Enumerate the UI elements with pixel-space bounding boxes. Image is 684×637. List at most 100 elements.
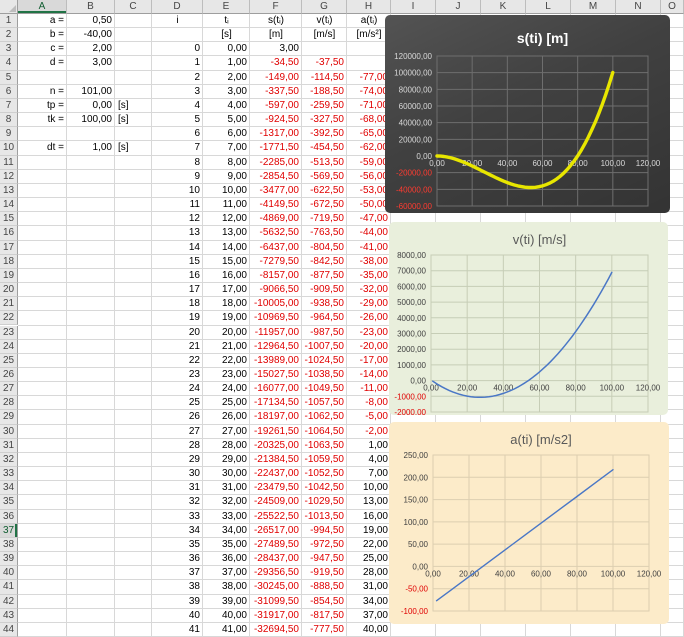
cell-G44[interactable]: -777,50 bbox=[302, 623, 347, 637]
cell-D5[interactable]: 2 bbox=[152, 71, 203, 85]
cell-E16[interactable]: 13,00 bbox=[203, 226, 250, 240]
cell-E13[interactable]: 10,00 bbox=[203, 184, 250, 198]
row-header-18[interactable]: 18 bbox=[0, 254, 18, 269]
cell-G10[interactable]: -454,50 bbox=[302, 141, 347, 155]
row-header-30[interactable]: 30 bbox=[0, 424, 18, 439]
cell-G36[interactable]: -1013,50 bbox=[302, 510, 347, 524]
cell-D28[interactable]: 25 bbox=[152, 396, 203, 410]
cell-D32[interactable]: 29 bbox=[152, 453, 203, 467]
cell-F43[interactable]: -31917,00 bbox=[250, 609, 302, 623]
cell-F18[interactable]: -7279,50 bbox=[250, 255, 302, 269]
cell-F28[interactable]: -17134,50 bbox=[250, 396, 302, 410]
cell-E23[interactable]: 20,00 bbox=[203, 326, 250, 340]
cell-D3[interactable]: 0 bbox=[152, 42, 203, 56]
row-header-12[interactable]: 12 bbox=[0, 169, 18, 184]
cell-G4[interactable]: -37,50 bbox=[302, 56, 347, 70]
cell-E18[interactable]: 15,00 bbox=[203, 255, 250, 269]
row-header-28[interactable]: 28 bbox=[0, 396, 18, 411]
cell-G8[interactable]: -327,50 bbox=[302, 113, 347, 127]
cell-E30[interactable]: 27,00 bbox=[203, 425, 250, 439]
cell-D31[interactable]: 28 bbox=[152, 439, 203, 453]
row-header-29[interactable]: 29 bbox=[0, 410, 18, 425]
cell-D27[interactable]: 24 bbox=[152, 382, 203, 396]
cell-D36[interactable]: 33 bbox=[152, 510, 203, 524]
cell-F14[interactable]: -4149,50 bbox=[250, 198, 302, 212]
col-header-C[interactable]: C bbox=[115, 0, 152, 14]
cell-G30[interactable]: -1064,50 bbox=[302, 425, 347, 439]
row-header-8[interactable]: 8 bbox=[0, 113, 18, 128]
cell-F1[interactable]: s(tᵢ) bbox=[250, 14, 302, 28]
row-header-5[interactable]: 5 bbox=[0, 70, 18, 85]
cell-H40[interactable]: 28,00 bbox=[347, 566, 391, 580]
cell-D11[interactable]: 8 bbox=[152, 156, 203, 170]
cell-G27[interactable]: -1049,50 bbox=[302, 382, 347, 396]
cell-H36[interactable]: 16,00 bbox=[347, 510, 391, 524]
cell-E43[interactable]: 40,00 bbox=[203, 609, 250, 623]
cell-D37[interactable]: 34 bbox=[152, 524, 203, 538]
cell-D44[interactable]: 41 bbox=[152, 623, 203, 637]
cell-H21[interactable]: -29,00 bbox=[347, 297, 391, 311]
col-header-J[interactable]: J bbox=[436, 0, 481, 14]
cell-F27[interactable]: -16077,00 bbox=[250, 382, 302, 396]
cell-D12[interactable]: 9 bbox=[152, 170, 203, 184]
row-header-44[interactable]: 44 bbox=[0, 622, 18, 637]
cell-A4[interactable]: d = bbox=[18, 56, 67, 70]
row-header-43[interactable]: 43 bbox=[0, 608, 18, 623]
row-header-11[interactable]: 11 bbox=[0, 155, 18, 170]
cell-G29[interactable]: -1062,50 bbox=[302, 410, 347, 424]
cell-B6[interactable]: 101,00 bbox=[67, 85, 115, 99]
cell-G32[interactable]: -1059,50 bbox=[302, 453, 347, 467]
col-header-A[interactable]: A bbox=[18, 0, 67, 14]
cell-D35[interactable]: 32 bbox=[152, 495, 203, 509]
cell-E14[interactable]: 11,00 bbox=[203, 198, 250, 212]
cell-F25[interactable]: -13989,00 bbox=[250, 354, 302, 368]
cell-H43[interactable]: 37,00 bbox=[347, 609, 391, 623]
row-header-23[interactable]: 23 bbox=[0, 325, 18, 340]
cell-H16[interactable]: -44,00 bbox=[347, 226, 391, 240]
cell-E25[interactable]: 22,00 bbox=[203, 354, 250, 368]
cell-G12[interactable]: -569,50 bbox=[302, 170, 347, 184]
cell-H24[interactable]: -20,00 bbox=[347, 340, 391, 354]
cell-G25[interactable]: -1024,50 bbox=[302, 354, 347, 368]
cell-E42[interactable]: 39,00 bbox=[203, 595, 250, 609]
cell-D41[interactable]: 38 bbox=[152, 580, 203, 594]
cell-B8[interactable]: 100,00 bbox=[67, 113, 115, 127]
cell-H31[interactable]: 1,00 bbox=[347, 439, 391, 453]
cell-F21[interactable]: -10005,00 bbox=[250, 297, 302, 311]
cell-G9[interactable]: -392,50 bbox=[302, 127, 347, 141]
cell-G21[interactable]: -938,50 bbox=[302, 297, 347, 311]
col-header-N[interactable]: N bbox=[616, 0, 661, 14]
cell-F3[interactable]: 3,00 bbox=[250, 42, 302, 56]
cell-D19[interactable]: 16 bbox=[152, 269, 203, 283]
cell-A2[interactable]: b = bbox=[18, 28, 67, 42]
cell-F10[interactable]: -1771,50 bbox=[250, 141, 302, 155]
cell-H37[interactable]: 19,00 bbox=[347, 524, 391, 538]
cell-F5[interactable]: -149,00 bbox=[250, 71, 302, 85]
cell-E31[interactable]: 28,00 bbox=[203, 439, 250, 453]
cell-H22[interactable]: -26,00 bbox=[347, 311, 391, 325]
cell-D13[interactable]: 10 bbox=[152, 184, 203, 198]
cell-G11[interactable]: -513,50 bbox=[302, 156, 347, 170]
cell-F20[interactable]: -9066,50 bbox=[250, 283, 302, 297]
cell-G28[interactable]: -1057,50 bbox=[302, 396, 347, 410]
cell-G17[interactable]: -804,50 bbox=[302, 241, 347, 255]
cell-D20[interactable]: 17 bbox=[152, 283, 203, 297]
cell-F26[interactable]: -15027,50 bbox=[250, 368, 302, 382]
cell-F33[interactable]: -22437,00 bbox=[250, 467, 302, 481]
cell-H27[interactable]: -11,00 bbox=[347, 382, 391, 396]
cell-G26[interactable]: -1038,50 bbox=[302, 368, 347, 382]
cell-G41[interactable]: -888,50 bbox=[302, 580, 347, 594]
cell-D6[interactable]: 3 bbox=[152, 85, 203, 99]
cell-G37[interactable]: -994,50 bbox=[302, 524, 347, 538]
cell-F19[interactable]: -8157,00 bbox=[250, 269, 302, 283]
cell-A3[interactable]: c = bbox=[18, 42, 67, 56]
cell-F40[interactable]: -29356,50 bbox=[250, 566, 302, 580]
cell-E20[interactable]: 17,00 bbox=[203, 283, 250, 297]
cell-D24[interactable]: 21 bbox=[152, 340, 203, 354]
row-header-25[interactable]: 25 bbox=[0, 353, 18, 368]
cell-H34[interactable]: 10,00 bbox=[347, 481, 391, 495]
row-header-34[interactable]: 34 bbox=[0, 481, 18, 496]
col-header-B[interactable]: B bbox=[67, 0, 115, 14]
cell-H18[interactable]: -38,00 bbox=[347, 255, 391, 269]
cell-G13[interactable]: -622,50 bbox=[302, 184, 347, 198]
